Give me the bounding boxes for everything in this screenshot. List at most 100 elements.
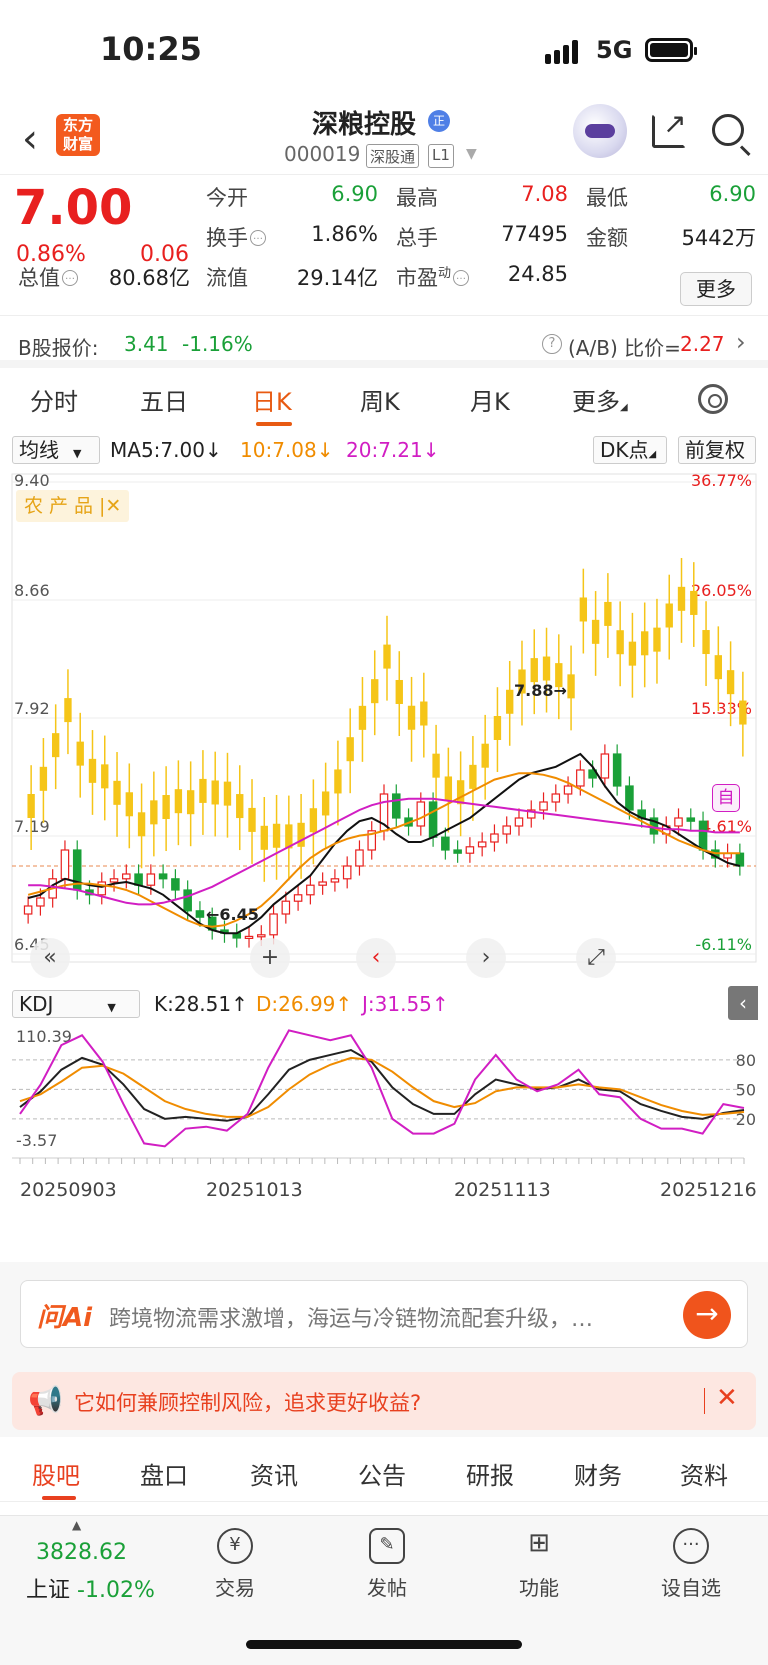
next-icon[interactable]: ›	[466, 938, 506, 978]
sector-candle	[260, 825, 268, 850]
ma10-value: 10:7.08↓	[240, 438, 334, 462]
megaphone-icon: 📢	[28, 1384, 63, 1417]
sector-candle	[150, 800, 158, 825]
chevron-down-icon[interactable]: ▼	[466, 146, 477, 162]
promo-banner[interactable]: 📢 它如何兼顾控制风险，追求更好收益? ✕	[12, 1372, 756, 1430]
sector-candle	[432, 753, 440, 778]
tab-research[interactable]: 研报	[466, 1456, 514, 1491]
index-label-row[interactable]: 上证 -1.02%	[26, 1572, 155, 1604]
tab-intraday[interactable]: 分时	[30, 382, 78, 417]
more-quote-button[interactable]: 更多	[680, 272, 752, 306]
tab-weekly-k[interactable]: 周K	[360, 382, 400, 417]
sector-candle	[346, 737, 354, 762]
sector-candle	[309, 808, 318, 833]
candle	[539, 801, 548, 811]
adjust-select[interactable]: 前复权	[678, 436, 756, 464]
high-label: 最高	[396, 186, 438, 210]
sector-candle	[469, 764, 477, 789]
info-icon[interactable]: …	[453, 270, 470, 286]
amount-label: 金额	[586, 226, 628, 250]
ma-toolbar: 均线 ▼ MA5:7.00↓ 10:7.08↓ 20:7.21↓ DK点◢ 前复权	[0, 432, 768, 468]
divider	[704, 1388, 705, 1414]
candle	[122, 873, 131, 880]
ai-assistant-avatar[interactable]	[573, 104, 627, 158]
tab-more[interactable]: 更多◢	[572, 382, 628, 417]
candle	[244, 935, 254, 939]
sector-candle	[113, 780, 121, 805]
nav-functions[interactable]: ⊞ 功能	[494, 1528, 584, 1601]
candle	[600, 753, 610, 779]
tab-underline	[42, 1496, 76, 1500]
b-share-row[interactable]: B股报价: 3.41 -1.16% ? (A/B) 比价= 2.27 ›	[0, 322, 768, 368]
sector-candle	[248, 807, 256, 832]
prev-icon[interactable]: ‹	[356, 938, 396, 978]
scroll-left-icon[interactable]: «	[30, 938, 70, 978]
amount-value: 5442万	[681, 226, 756, 250]
candle	[441, 836, 450, 851]
tab-forum[interactable]: 股吧	[32, 1456, 80, 1491]
tab-profile[interactable]: 资料	[680, 1456, 728, 1491]
sector-candle	[27, 794, 35, 818]
auto-badge[interactable]: 自	[712, 784, 740, 812]
gear-icon[interactable]	[698, 384, 728, 414]
arrow-right-icon[interactable]: →	[683, 1291, 731, 1339]
help-icon[interactable]: ?	[542, 334, 562, 354]
indicator-select[interactable]: 均线 ▼	[12, 436, 100, 464]
sector-candle	[199, 778, 207, 803]
ma20-value: 20:7.21↓	[346, 438, 440, 462]
back-icon[interactable]: ‹	[22, 116, 38, 162]
close-icon[interactable]: ✕	[716, 1383, 738, 1413]
index-value[interactable]: 3828.62	[36, 1540, 127, 1565]
high-annotation: 7.88→	[514, 681, 567, 700]
nav-add-watchlist[interactable]: ··· 设自选	[646, 1528, 736, 1601]
candle	[502, 825, 511, 835]
dk-point-select[interactable]: DK点◢	[593, 436, 667, 464]
pct-tick-label: 26.05%	[691, 581, 752, 600]
ai-prompt-text: 跨境物流需求激增，海运与冷链物流配套升级，…	[109, 1307, 594, 1332]
ai-question-bar[interactable]: 问Ai 跨境物流需求激增，海运与冷链物流配套升级，… →	[20, 1280, 748, 1348]
mktcap-label: 总值…	[18, 262, 78, 292]
zoom-in-icon[interactable]: +	[250, 938, 290, 978]
nav-post[interactable]: ✎ 发帖	[342, 1528, 432, 1601]
tab-underline	[256, 422, 292, 426]
caret-up-icon: ▲	[72, 1518, 82, 1532]
info-icon[interactable]: …	[250, 230, 266, 246]
sector-candle	[579, 597, 588, 622]
expand-icon[interactable]: ⤢	[576, 938, 616, 978]
sector-candle	[137, 812, 146, 837]
open-label: 今开	[206, 186, 248, 210]
ma5-value: MA5:7.00↓	[110, 438, 222, 462]
tab-news[interactable]: 资讯	[250, 1456, 298, 1491]
sector-candle	[358, 705, 367, 730]
j-value: J:31.55↑	[362, 992, 449, 1016]
more-dots-icon: ···	[673, 1528, 709, 1564]
quote-panel: 7.00 0.86% 0.06 今开 6.90 最高 7.08 最低 6.90 …	[0, 176, 768, 316]
info-icon[interactable]: …	[62, 270, 78, 286]
candle	[109, 878, 119, 883]
nav-trade[interactable]: ¥ 交易	[190, 1528, 280, 1601]
battery-icon	[645, 38, 697, 62]
candlestick-chart[interactable]: 9.4036.77%8.6626.05%7.9215.33%7.194.61%6…	[0, 468, 768, 984]
candle	[698, 820, 708, 851]
sector-tag[interactable]: 农产品|✕	[16, 490, 130, 522]
share-icon[interactable]	[652, 107, 686, 148]
sector-candle	[395, 679, 403, 704]
tab-five-day[interactable]: 五日	[140, 382, 188, 417]
sector-candle	[542, 656, 551, 681]
kdj-select[interactable]: KDJ ▼	[12, 990, 140, 1018]
search-icon[interactable]	[712, 114, 744, 146]
sector-candle	[407, 705, 416, 730]
sector-candle	[223, 781, 232, 806]
side-panel-toggle[interactable]: ‹	[728, 986, 758, 1020]
sector-candle	[334, 769, 342, 794]
candle	[391, 793, 401, 819]
tab-announcements[interactable]: 公告	[358, 1456, 406, 1491]
sector-candle	[628, 641, 637, 666]
kdj-chart[interactable]: 110.39-3.5780502020250903 20251013 2025111…	[0, 1022, 768, 1262]
chevron-right-icon: ›	[736, 328, 746, 356]
tab-financials[interactable]: 财务	[574, 1456, 622, 1491]
tab-daily-k[interactable]: 日K	[252, 382, 292, 417]
tab-monthly-k[interactable]: 月K	[470, 382, 510, 417]
tab-orderbook[interactable]: 盘口	[140, 1456, 188, 1491]
high-value: 7.08	[521, 182, 568, 206]
